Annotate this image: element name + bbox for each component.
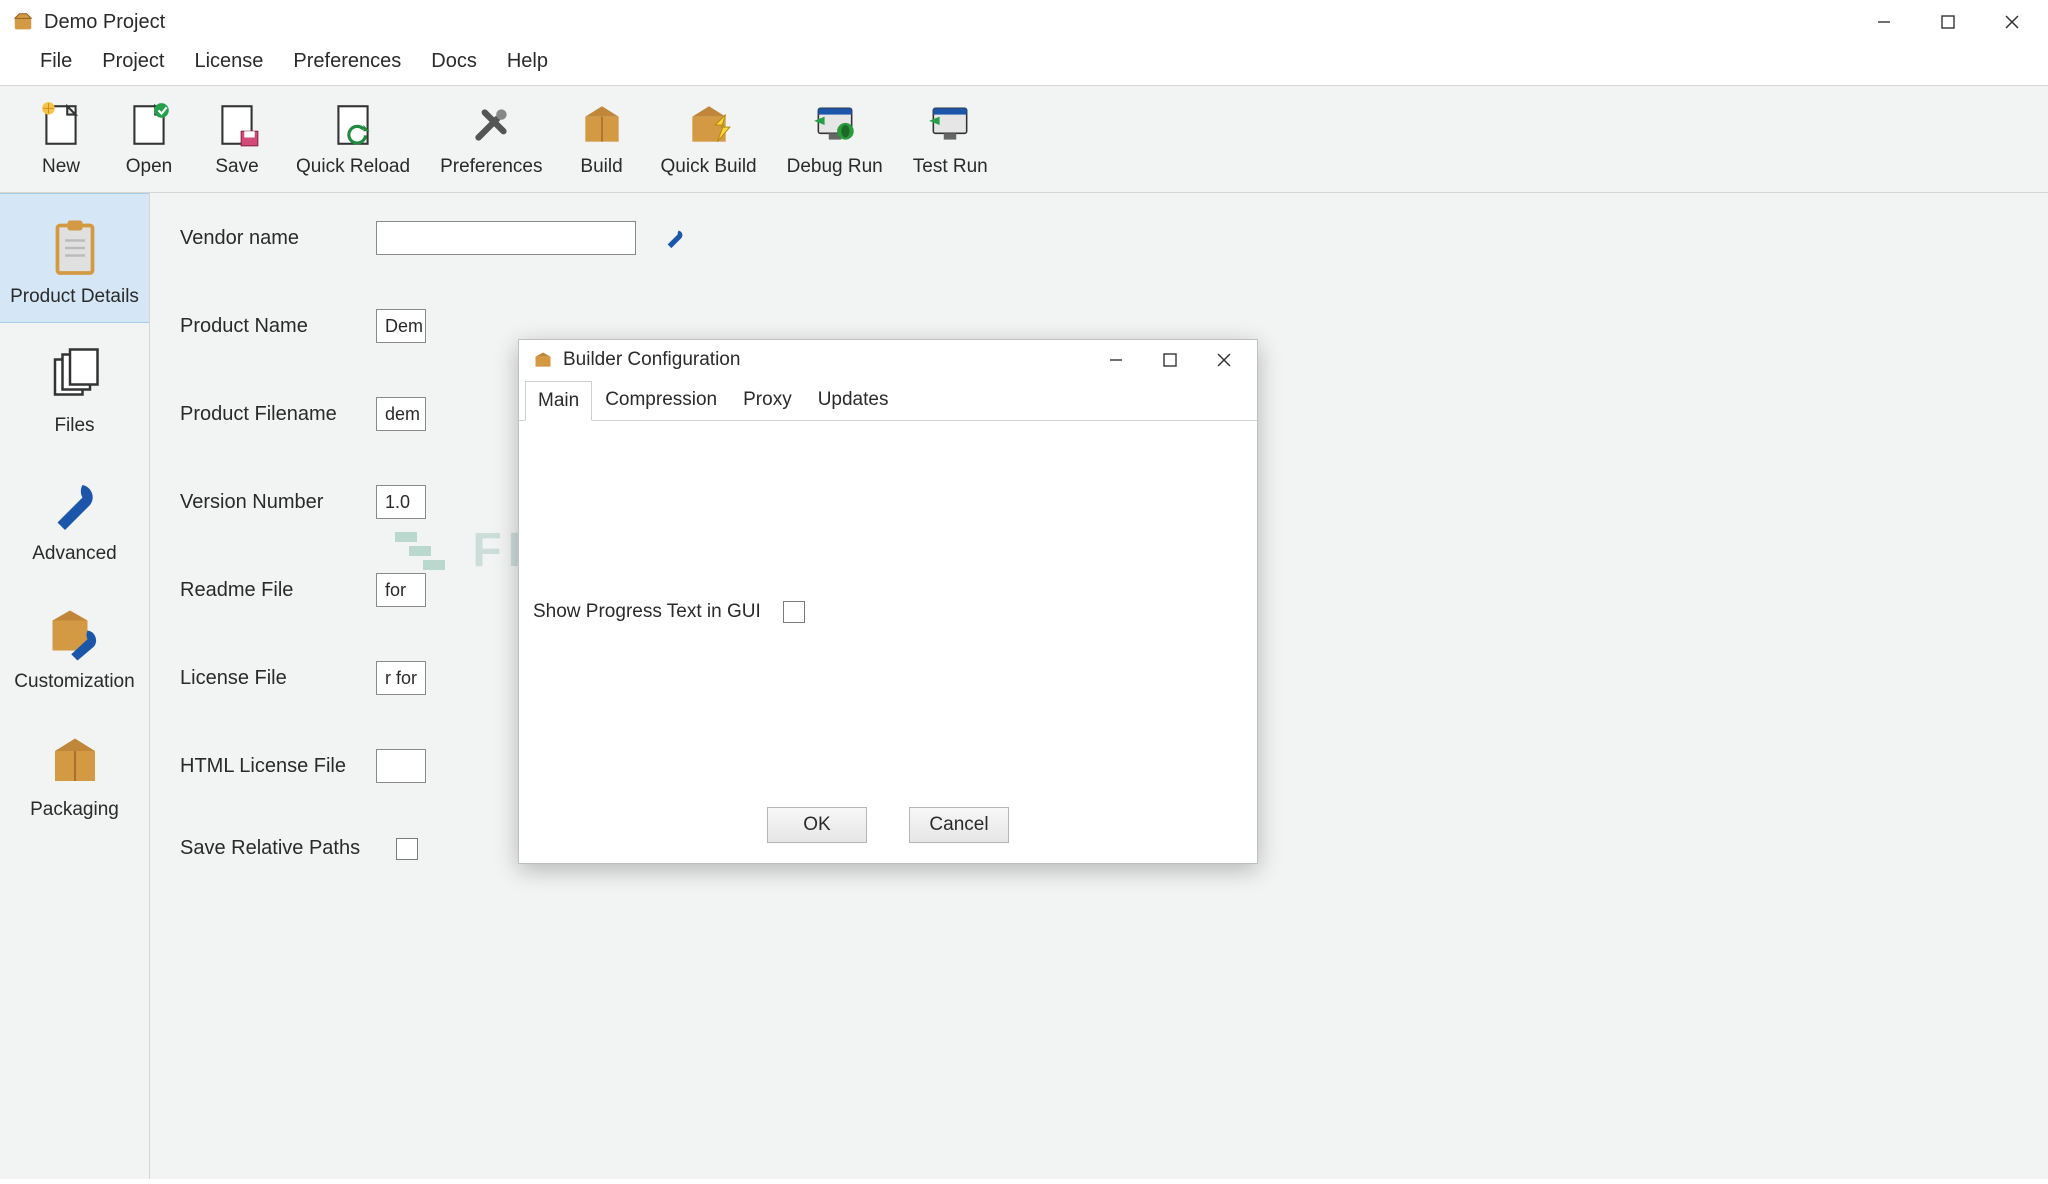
vendor-name-label: Vendor name — [180, 227, 360, 250]
window-maximize-button[interactable] — [1916, 0, 1980, 44]
dialog-title-bar[interactable]: Builder Configuration — [519, 340, 1257, 380]
dialog-tabs: Main Compression Proxy Updates — [519, 380, 1257, 421]
debug-run-button[interactable]: Debug Run — [781, 96, 889, 182]
toolbar-label: Quick Build — [661, 156, 757, 178]
dialog-title: Builder Configuration — [563, 349, 740, 371]
debug-run-icon — [810, 100, 860, 150]
license-file-label: License File — [180, 667, 360, 690]
app-icon — [12, 11, 34, 33]
dialog-maximize-button[interactable] — [1143, 340, 1197, 380]
box-wrench-icon — [45, 603, 105, 663]
save-relative-paths-checkbox[interactable] — [396, 838, 418, 860]
close-icon — [2004, 14, 2020, 30]
wrench-icon — [45, 475, 105, 535]
readme-file-label: Readme File — [180, 579, 360, 602]
tab-proxy[interactable]: Proxy — [730, 380, 805, 420]
sidebar-label: Files — [54, 415, 94, 437]
close-icon — [1217, 353, 1231, 367]
tab-updates[interactable]: Updates — [805, 380, 902, 420]
menu-preferences[interactable]: Preferences — [281, 48, 413, 75]
dialog-button-row: OK Cancel — [519, 793, 1257, 863]
sidebar-label: Advanced — [32, 543, 117, 565]
window-minimize-button[interactable] — [1852, 0, 1916, 44]
show-progress-label: Show Progress Text in GUI — [533, 601, 761, 623]
clipboard-icon — [45, 218, 105, 278]
menu-project[interactable]: Project — [90, 48, 176, 75]
toolbar: New Open Save Quick Reload Preferences B… — [0, 86, 2048, 193]
preferences-button[interactable]: Preferences — [434, 96, 548, 182]
quick-build-button[interactable]: Quick Build — [655, 96, 763, 182]
show-progress-checkbox[interactable] — [783, 601, 805, 623]
sidebar: Product Details Files Advanced Customiza… — [0, 193, 150, 1179]
menu-help[interactable]: Help — [495, 48, 560, 75]
build-icon — [577, 100, 627, 150]
maximize-icon — [1163, 353, 1177, 367]
files-icon — [45, 347, 105, 407]
tab-main[interactable]: Main — [525, 381, 592, 421]
builder-configuration-dialog: Builder Configuration Main Compression P… — [518, 339, 1258, 864]
minimize-icon — [1876, 14, 1892, 30]
dialog-minimize-button[interactable] — [1089, 340, 1143, 380]
readme-file-input[interactable]: for — [376, 573, 426, 607]
quick-reload-button[interactable]: Quick Reload — [290, 96, 416, 182]
sidebar-label: Product Details — [10, 286, 139, 308]
sidebar-item-files[interactable]: Files — [0, 323, 149, 451]
box-icon — [533, 350, 553, 370]
quick-build-icon — [684, 100, 734, 150]
version-number-input[interactable]: 1.0 — [376, 485, 426, 519]
cancel-button[interactable]: Cancel — [909, 807, 1009, 843]
window-title: Demo Project — [44, 11, 165, 34]
toolbar-label: New — [42, 156, 80, 178]
title-bar: Demo Project — [0, 0, 2048, 44]
toolbar-label: Preferences — [440, 156, 542, 178]
sidebar-item-packaging[interactable]: Packaging — [0, 707, 149, 835]
box-icon — [45, 731, 105, 791]
dialog-close-button[interactable] — [1197, 340, 1251, 380]
menu-license[interactable]: License — [182, 48, 275, 75]
sidebar-label: Packaging — [30, 799, 119, 821]
product-name-input[interactable]: Dem — [376, 309, 426, 343]
toolbar-label: Open — [126, 156, 172, 178]
save-button[interactable]: Save — [202, 96, 272, 182]
toolbar-label: Test Run — [913, 156, 988, 178]
dialog-body: Show Progress Text in GUI — [519, 421, 1257, 793]
product-name-label: Product Name — [180, 315, 360, 338]
menu-file[interactable]: File — [28, 48, 84, 75]
ok-button[interactable]: OK — [767, 807, 867, 843]
reload-icon — [328, 100, 378, 150]
license-file-input[interactable]: r for — [376, 661, 426, 695]
open-button[interactable]: Open — [114, 96, 184, 182]
new-file-icon — [36, 100, 86, 150]
tab-compression[interactable]: Compression — [592, 380, 730, 420]
minimize-icon — [1109, 353, 1123, 367]
html-license-file-label: HTML License File — [180, 755, 360, 778]
sidebar-item-advanced[interactable]: Advanced — [0, 451, 149, 579]
sidebar-item-product-details[interactable]: Product Details — [0, 193, 149, 323]
maximize-icon — [1940, 14, 1956, 30]
save-relative-paths-label: Save Relative Paths — [180, 837, 380, 860]
sidebar-label: Customization — [14, 671, 134, 693]
product-filename-input[interactable]: dem — [376, 397, 426, 431]
build-button[interactable]: Build — [567, 96, 637, 182]
menubar: File Project License Preferences Docs He… — [0, 44, 2048, 86]
version-number-label: Version Number — [180, 491, 360, 514]
save-icon — [212, 100, 262, 150]
vendor-name-config-icon[interactable] — [664, 227, 686, 249]
vendor-name-input[interactable] — [376, 221, 636, 255]
toolbar-label: Save — [215, 156, 258, 178]
product-filename-label: Product Filename — [180, 403, 360, 426]
toolbar-label: Quick Reload — [296, 156, 410, 178]
open-file-icon — [124, 100, 174, 150]
window-close-button[interactable] — [1980, 0, 2044, 44]
toolbar-label: Build — [580, 156, 622, 178]
preferences-icon — [466, 100, 516, 150]
test-run-icon — [925, 100, 975, 150]
html-license-file-input[interactable] — [376, 749, 426, 783]
toolbar-label: Debug Run — [787, 156, 883, 178]
sidebar-item-customization[interactable]: Customization — [0, 579, 149, 707]
test-run-button[interactable]: Test Run — [907, 96, 994, 182]
menu-docs[interactable]: Docs — [419, 48, 489, 75]
new-button[interactable]: New — [26, 96, 96, 182]
